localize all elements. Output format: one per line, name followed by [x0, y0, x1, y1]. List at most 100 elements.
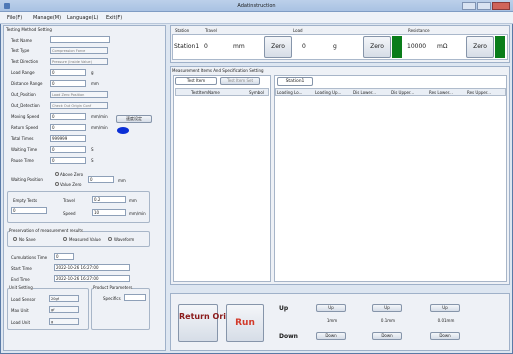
table-column-header[interactable]: Res Lower...	[429, 90, 453, 95]
jog-up-button[interactable]: Up	[372, 304, 402, 312]
test-item-set-tab[interactable]: Test Item Set	[220, 77, 260, 85]
jog-down-button[interactable]: Down	[316, 332, 346, 340]
travel-unit: mm	[129, 198, 137, 203]
load-value: 0	[302, 43, 306, 50]
row-value[interactable]: 0	[50, 124, 86, 131]
row-unit: S	[91, 158, 94, 163]
table-column-header[interactable]: Res Upper...	[467, 90, 491, 95]
test-name-input[interactable]	[50, 36, 110, 43]
max-unit-label: Max Unit	[11, 308, 29, 313]
waveform-radio[interactable]	[108, 237, 112, 241]
max-unit-select[interactable]: gf	[49, 306, 79, 313]
jog-up-button[interactable]: Up	[316, 304, 346, 312]
testing-method-title: Testing Method Setting	[6, 27, 52, 32]
start-time-input[interactable]: 2022-10-26 16:27:00	[54, 264, 130, 271]
load-sensor-select[interactable]: 20gf	[49, 295, 79, 302]
no-save-radio[interactable]	[13, 237, 17, 241]
end-time-label: End Time	[11, 277, 30, 282]
row-unit: g	[91, 70, 94, 75]
row-unit: mm/min	[91, 114, 108, 119]
row-label: Total Times	[11, 136, 34, 141]
jog-up-button[interactable]: Up	[430, 304, 460, 312]
menu-file[interactable]: File(F)	[7, 15, 22, 21]
step-size-label: 0.01mm	[437, 318, 455, 323]
measurement-title: Measurement Items And Specification Sett…	[172, 68, 264, 73]
row-label: Distance Range	[11, 81, 43, 86]
title-bar: Adatinstruction	[0, 0, 513, 12]
menu-exit[interactable]: Exit(F)	[106, 15, 122, 21]
load-unit-select[interactable]: g	[49, 318, 79, 325]
specifics-input[interactable]	[124, 294, 146, 301]
row-label: Pause Time	[11, 158, 34, 163]
empty-tests-input[interactable]: 0	[11, 207, 47, 214]
table-column-header[interactable]: Loading Lo...	[277, 90, 302, 95]
run-button[interactable]: Run	[226, 304, 264, 342]
menu-bar: File(F) Manage(M) Language(L) Exit(F)	[0, 12, 513, 24]
measured-value-radio[interactable]	[63, 237, 67, 241]
maximize-icon[interactable]	[477, 2, 491, 10]
row-unit: mm	[91, 81, 99, 86]
row-value[interactable]: 0	[50, 113, 86, 120]
value-zero-label: Value Zero	[60, 182, 82, 187]
cumulations-input[interactable]: 0	[54, 253, 74, 260]
table-column-header[interactable]: Dis Lower...	[353, 90, 376, 95]
row-value[interactable]: 0	[50, 146, 86, 153]
menu-manage[interactable]: Manage(M)	[33, 15, 61, 21]
test-item-tab[interactable]: Test Item	[175, 77, 217, 85]
waiting-position-label: Waiting Position	[11, 177, 43, 182]
row-label: Out_Detection	[11, 103, 40, 108]
step-size-label: 0.1mm	[380, 318, 396, 323]
travel-input[interactable]: 0.2	[92, 196, 126, 203]
row-label: Moving Speed	[11, 114, 40, 119]
waiting-unit: mm	[118, 178, 126, 183]
row-unit: S	[91, 147, 94, 152]
table-column-header[interactable]: Dis Upper...	[391, 90, 414, 95]
jog-down-button[interactable]: Down	[372, 332, 402, 340]
minimize-icon[interactable]	[462, 2, 476, 10]
travel-zero-button[interactable]: Zero	[264, 36, 292, 58]
row-value[interactable]: Check Out Origin Conf	[50, 102, 108, 109]
menu-language[interactable]: Language(L)	[67, 15, 98, 21]
travel-unit-display: mm	[233, 43, 245, 50]
row-label: Load Range	[11, 70, 35, 75]
product-parameters-title: Product Parameters	[93, 285, 133, 290]
above-zero-label: Above Zero	[60, 172, 84, 177]
end-time-input[interactable]: 2022-10-26 16:27:00	[54, 275, 130, 282]
step-size-label: 1mm	[326, 318, 338, 323]
row-value[interactable]: 0	[50, 157, 86, 164]
travel-label: Travel	[63, 198, 75, 203]
moving-speed-button[interactable]: 速度设定	[116, 115, 152, 123]
return-origin-button[interactable]: Return Origin	[178, 304, 240, 342]
row-value[interactable]: Load Zero Position	[50, 91, 108, 98]
table-column-header[interactable]: Loading Up...	[315, 90, 341, 95]
return-speed-indicator-icon	[117, 127, 129, 134]
row-label: Return Speed	[11, 125, 39, 130]
row-value[interactable]: 999999	[50, 135, 86, 142]
value-zero-radio[interactable]	[55, 182, 59, 186]
specifics-label: Specifics	[103, 296, 121, 301]
run-label: Run	[235, 318, 255, 328]
speed-input[interactable]: 10	[92, 209, 126, 216]
row-value[interactable]: 0	[50, 80, 86, 87]
up-label: Up	[279, 305, 289, 312]
resistance-unit-display: mΩ	[437, 43, 448, 50]
row-label: Out_Position	[11, 92, 36, 97]
preservation-title: Preservation of measurement results	[9, 228, 84, 233]
close-icon[interactable]	[492, 2, 510, 10]
load-sensor-label: Load Sensor	[11, 297, 36, 302]
load-zero-button[interactable]: Zero	[363, 36, 391, 58]
resistance-value: 10000	[407, 43, 427, 50]
waveform-label: Waveform	[114, 237, 135, 242]
row-label: Test Direction	[11, 59, 39, 64]
above-zero-radio[interactable]	[55, 172, 59, 176]
station-table	[274, 75, 507, 282]
row-value[interactable]: Pressure (Inside Value)	[50, 58, 108, 65]
jog-down-button[interactable]: Down	[430, 332, 460, 340]
resistance-zero-button[interactable]: Zero	[466, 36, 494, 58]
row-value[interactable]: 0	[50, 69, 86, 76]
speed-label: Speed	[63, 211, 76, 216]
down-label: Down	[279, 333, 298, 340]
waiting-value-input[interactable]: 0	[88, 176, 114, 183]
row-value[interactable]: Compression Force	[50, 47, 108, 54]
station1-tab[interactable]: Station1	[277, 77, 313, 86]
